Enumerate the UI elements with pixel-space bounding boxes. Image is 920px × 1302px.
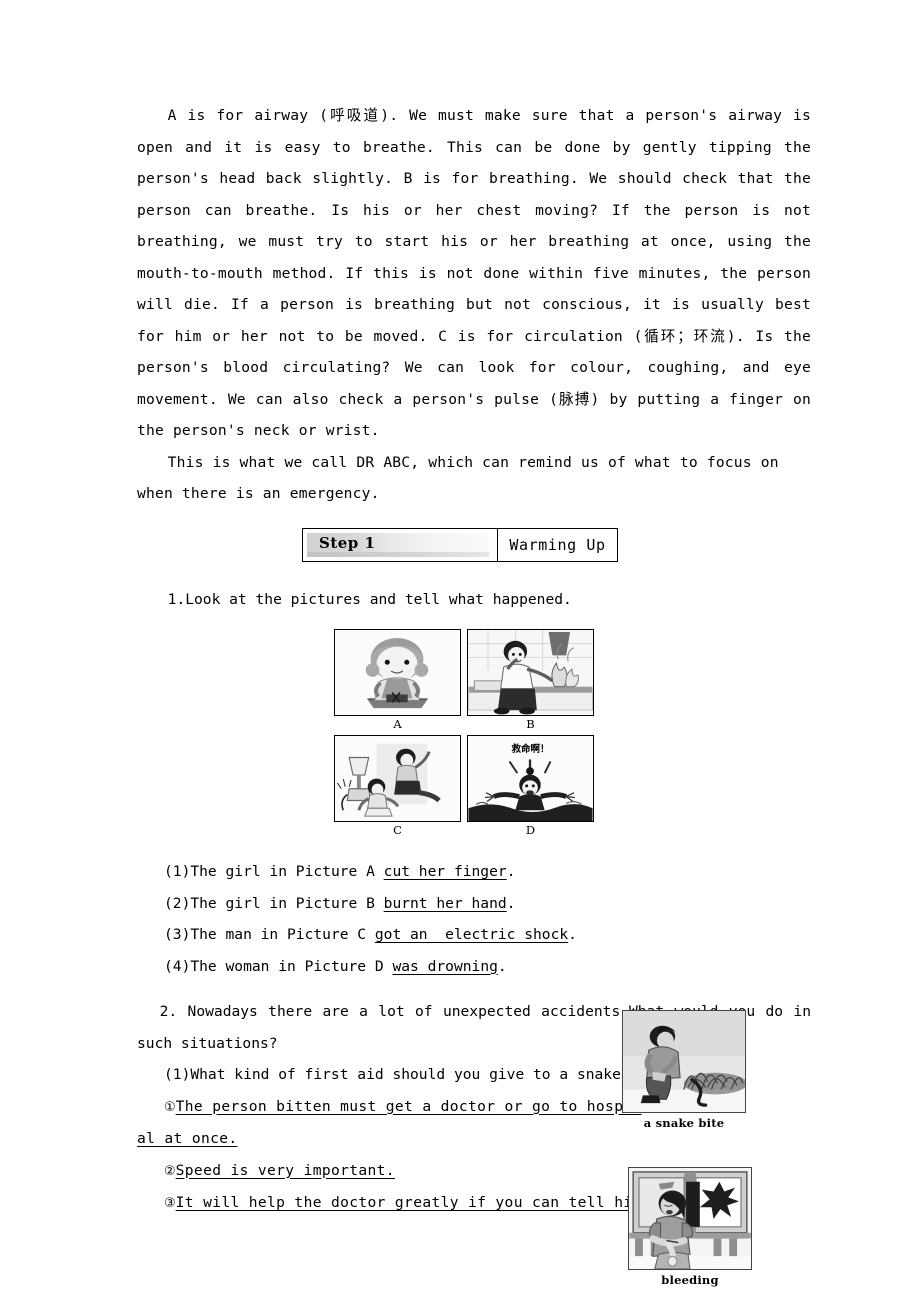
task1-answer-1: (1)The girl in Picture A cut her finger. [137, 856, 811, 888]
picture-frame-a [334, 629, 461, 716]
answer-tail: . [497, 957, 507, 975]
answer-lead: The girl in Picture A [190, 863, 384, 880]
answer-number: ② [164, 1163, 176, 1179]
paragraph-text: A is for airway (呼吸道). We must make sure… [137, 107, 811, 439]
answer-number: (4) [164, 957, 191, 975]
figure-snake-bite: a snake bite [622, 1010, 746, 1130]
document-page: A is for airway (呼吸道). We must make sure… [0, 0, 920, 1302]
illustration-cut-finger-icon [335, 630, 460, 715]
answer-lead: The man in Picture C [190, 926, 375, 943]
answer-number: (2) [164, 894, 191, 912]
answer-tail: . [506, 863, 516, 880]
figure-bleeding-caption: bleeding [661, 1273, 719, 1287]
task1-prompt: 1.Look at the pictures and tell what hap… [167, 590, 572, 608]
answer-blank: cut her finger [383, 863, 507, 880]
picture-d-shout-text: 救命啊！ [511, 744, 550, 755]
answer-number: ③ [164, 1196, 176, 1211]
picture-cell-c: C [334, 735, 461, 838]
figure-bleeding-frame [628, 1167, 752, 1270]
picture-label-d: D [525, 823, 536, 837]
answer-number: (3) [164, 926, 191, 943]
paragraph-text: This is what we call DR ABC, which can r… [137, 453, 779, 503]
answer-blank: burnt her hand [383, 894, 507, 912]
answer-lead: The woman in Picture D [190, 957, 393, 975]
answer-blank: al at once. [137, 1130, 238, 1147]
picture-cell-b: B [467, 629, 594, 732]
picture-grid: A B C 救命啊！ D [334, 629, 614, 838]
answer-blank: Speed is very important. [175, 1161, 395, 1179]
illustration-burnt-hand-icon [468, 630, 593, 715]
illustration-snake-bite-icon [623, 1011, 745, 1112]
picture-row-bottom: C 救命啊！ D [334, 735, 614, 838]
picture-frame-b [467, 629, 594, 716]
step-banner: Step 1 Warming Up [302, 527, 618, 562]
answer-blank: was drowning [392, 957, 498, 975]
picture-frame-d: 救命啊！ [467, 735, 594, 822]
paragraph-dr-abc: This is what we call DR ABC, which can r… [137, 447, 811, 510]
step-number-label: Step 1 [319, 533, 376, 552]
task1-answer-4: (4)The woman in Picture D was drowning. [137, 951, 811, 983]
answer-number: ① [164, 1099, 176, 1115]
answer-blank: It will help the doctor greatly if you c… [175, 1194, 642, 1211]
figure-snake-bite-frame [622, 1010, 746, 1113]
figure-bleeding: bleeding [628, 1167, 752, 1287]
answer-number: (1) [164, 863, 191, 880]
picture-cell-a: A [334, 629, 461, 732]
figure-snake-bite-caption: a snake bite [643, 1116, 725, 1130]
answer-blank: got an electric shock [374, 926, 569, 943]
paragraph-airway-abc: A is for airway (呼吸道). We must make sure… [137, 100, 811, 447]
picture-label-b: B [526, 717, 535, 731]
answer-blank: The person bitten must get a doctor or g… [175, 1097, 642, 1115]
task1-answer-3: (3)The man in Picture C got an electric … [137, 919, 811, 951]
task1-answer-2: (2)The girl in Picture B burnt her hand. [137, 888, 811, 920]
illustration-bleeding-icon [629, 1168, 751, 1269]
picture-row-top: A B [334, 629, 614, 732]
picture-frame-c [334, 735, 461, 822]
picture-label-c: C [393, 823, 402, 837]
answer-lead: The girl in Picture B [190, 894, 384, 912]
answer-tail: . [568, 926, 577, 943]
illustration-electric-shock-icon [335, 736, 460, 821]
picture-label-a: A [393, 717, 402, 731]
picture-cell-d: 救命啊！ D [467, 735, 594, 838]
step-title: Warming Up [498, 528, 617, 561]
answer-tail: . [506, 894, 516, 912]
step-banner-left: Step 1 [303, 528, 498, 561]
